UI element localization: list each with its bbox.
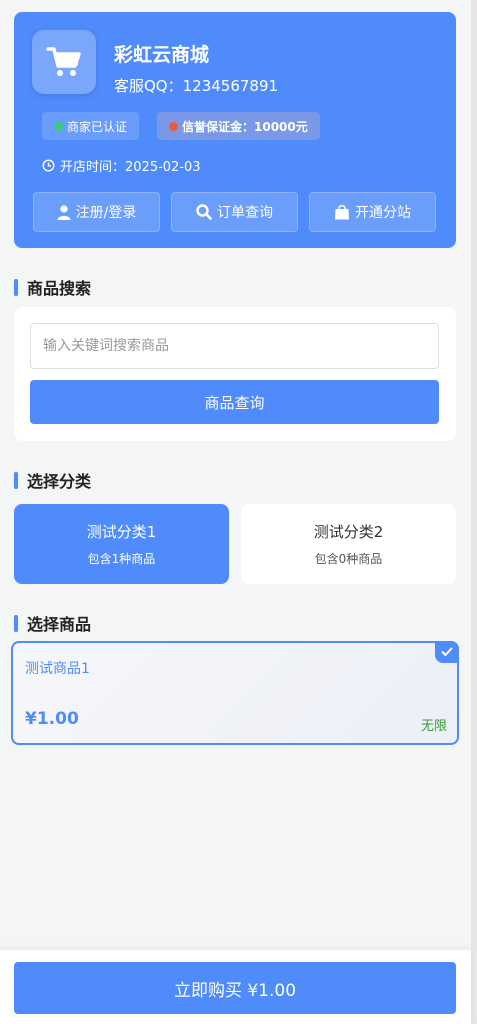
order-query-label: 订单查询 [217, 205, 273, 221]
category-item-2[interactable]: 测试分类2 包含0种商品 [241, 504, 456, 584]
deposit-label: 信誉保证金：10000元 [182, 119, 308, 134]
open-time: 开店时间：2025-02-03 [42, 156, 201, 175]
register-login-label: 注册/登录 [75, 205, 137, 221]
user-icon [57, 204, 71, 220]
shop-header-card: 彩虹云商城 客服QQ：1234567891 商家已认证 信誉保证金：10000元… [14, 12, 456, 248]
order-query-button[interactable]: 订单查询 [171, 192, 298, 232]
bottom-bar: 立即购买 ¥1.00 [0, 950, 471, 1024]
category-name: 测试分类1 [86, 523, 157, 541]
section-bar [14, 278, 18, 296]
search-card: 商品查询 [14, 307, 456, 441]
shop-logo [32, 30, 96, 94]
category-list: 测试分类1 包含1种商品 测试分类2 包含0种商品 [14, 504, 456, 584]
scrollbar[interactable] [471, 0, 477, 1024]
product-stock: 无限 [420, 719, 447, 734]
search-input[interactable] [30, 323, 439, 369]
product-section-label: 选择商品 [27, 615, 92, 634]
buy-now-button[interactable]: 立即购买 ¥1.00 [14, 962, 456, 1014]
product-price: ¥1.00 [25, 709, 79, 729]
check-icon [441, 647, 453, 656]
cart-icon [46, 47, 81, 76]
search-button[interactable]: 商品查询 [30, 380, 439, 424]
category-item-1[interactable]: 测试分类1 包含1种商品 [14, 504, 229, 584]
section-bar [14, 614, 18, 632]
open-time-label: 开店时间：2025-02-03 [60, 160, 201, 175]
action-buttons: 注册/登录 订单查询 开通分站 [33, 192, 436, 232]
deposit-badge: 信誉保证金：10000元 [157, 112, 320, 140]
clock-icon [42, 159, 55, 172]
product-name: 测试商品1 [25, 661, 90, 677]
category-count: 包含0种商品 [314, 552, 383, 566]
bag-icon [335, 204, 349, 220]
shop-name: 彩虹云商城 [114, 44, 210, 66]
category-section-title: 选择分类 [14, 468, 91, 492]
section-bar [14, 471, 18, 489]
category-name: 测试分类2 [313, 523, 384, 541]
register-login-button[interactable]: 注册/登录 [33, 192, 160, 232]
verified-label: 商家已认证 [67, 119, 128, 134]
shield-icon [169, 121, 178, 131]
product-item-1[interactable]: 测试商品1 ¥1.00 无限 [11, 641, 459, 745]
page: 彩虹云商城 客服QQ：1234567891 商家已认证 信誉保证金：10000元… [11, 12, 459, 745]
category-count: 包含1种商品 [87, 552, 156, 566]
shop-qq: 客服QQ：1234567891 [114, 77, 279, 95]
open-substation-button[interactable]: 开通分站 [309, 192, 436, 232]
selected-check-badge [435, 641, 459, 663]
check-circle-icon [54, 121, 63, 131]
search-icon [196, 204, 212, 220]
open-substation-label: 开通分站 [355, 205, 411, 221]
verified-badge: 商家已认证 [42, 112, 140, 140]
product-section-title: 选择商品 [14, 611, 91, 635]
search-section-title: 商品搜索 [14, 275, 91, 299]
search-section-label: 商品搜索 [27, 279, 92, 298]
category-section-label: 选择分类 [27, 472, 92, 491]
